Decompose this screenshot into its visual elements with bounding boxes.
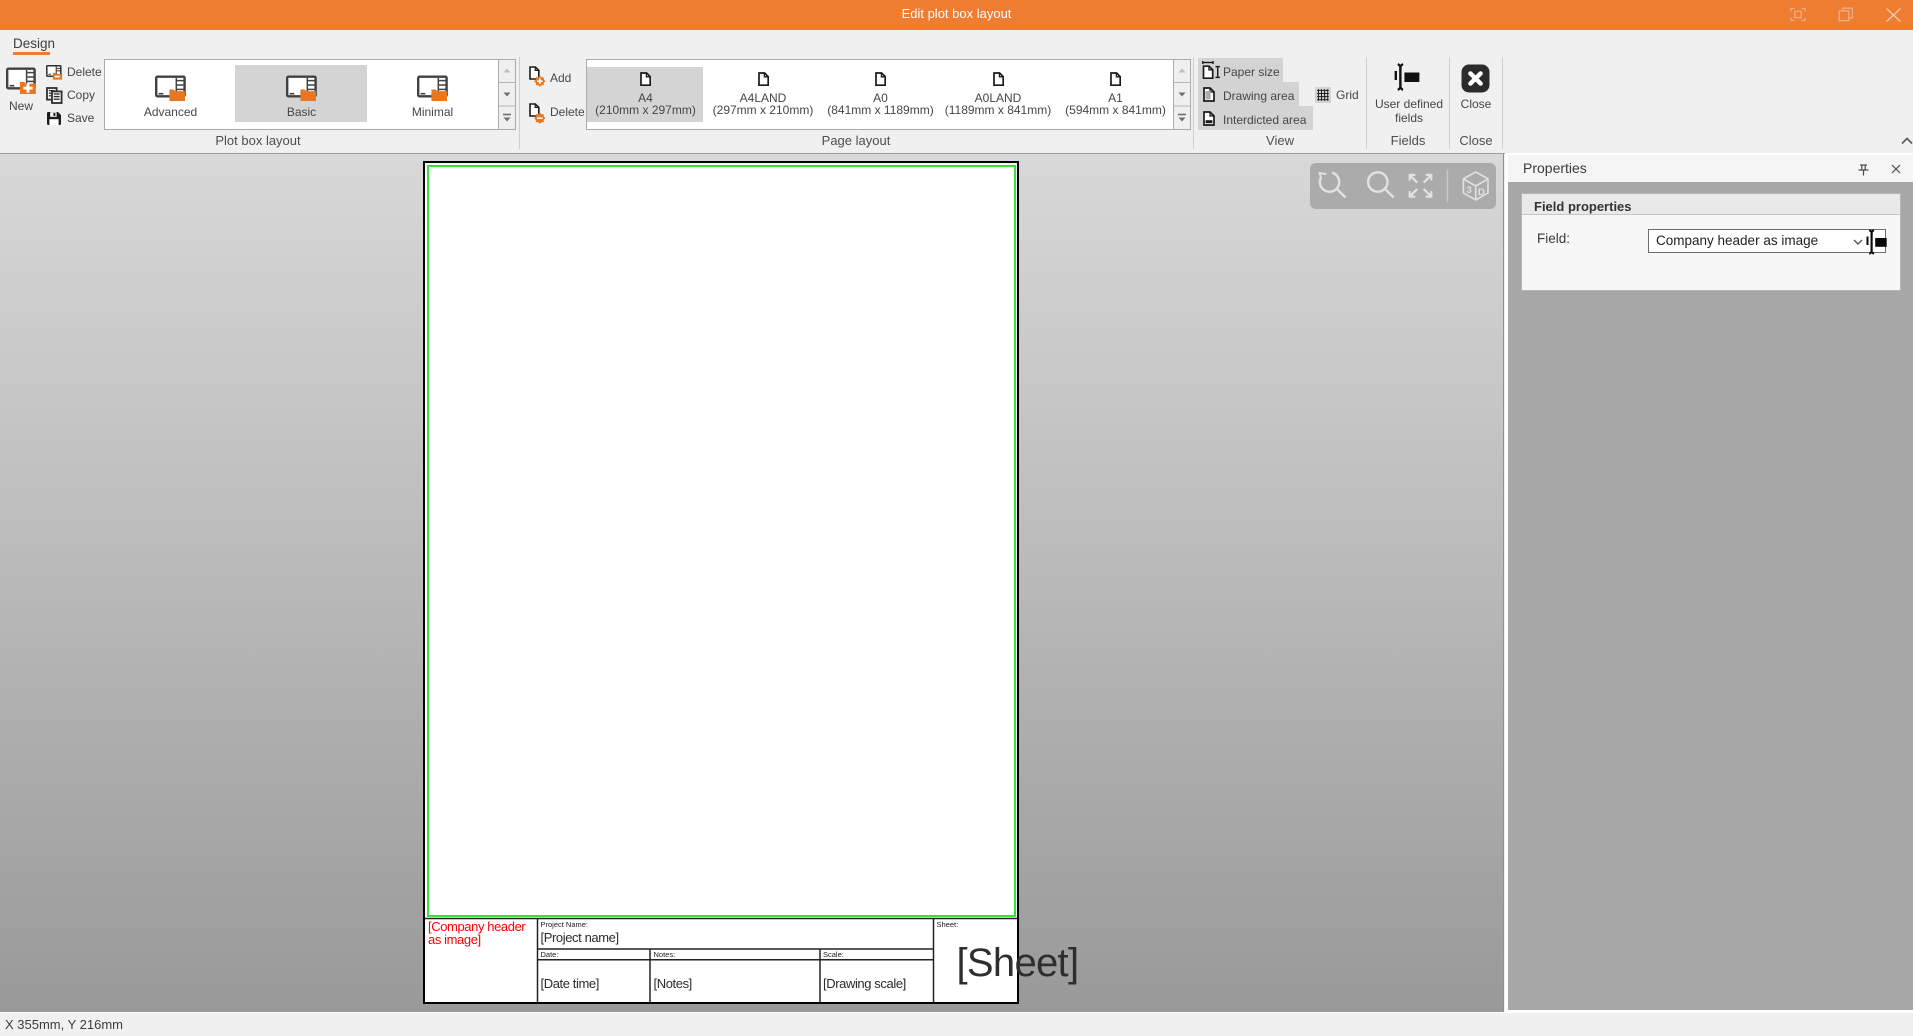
- svg-text:3: 3: [1467, 185, 1472, 196]
- svg-text:D: D: [1478, 187, 1485, 198]
